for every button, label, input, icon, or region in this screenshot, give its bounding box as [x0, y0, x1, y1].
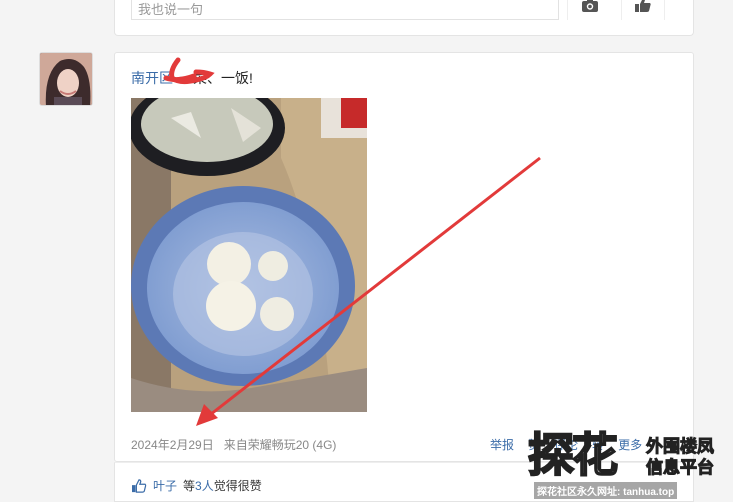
comment-placeholder: 我也说一句 [138, 2, 204, 17]
watermark-logo: 探花 [527, 429, 619, 481]
likes-suffix: 觉得很赞 [213, 479, 262, 493]
watermark-tagline: 外围楼凤 信息平台 [646, 436, 715, 478]
author-link[interactable]: 南开区 [131, 70, 173, 86]
watermark-line1: 外围楼凤 [646, 437, 715, 457]
comment-composer: 我也说一句 [114, 0, 694, 36]
watermark: 探花 外围楼凤 信息平台 探花社区永久网址: tanhua.top [527, 429, 728, 500]
post-text: 一菜、一饭! [179, 70, 253, 86]
likes-deng: 等 [183, 479, 196, 493]
likes-summary: 叶子 等 3人 觉得很赞 [131, 477, 262, 494]
avatar[interactable] [39, 52, 93, 106]
camera-icon [581, 0, 598, 12]
likes-count[interactable]: 3人 [195, 477, 214, 494]
liker-name[interactable]: 叶子 [153, 477, 177, 494]
thumbs-up-button[interactable] [621, 0, 665, 20]
report-link[interactable]: 举报 [490, 436, 514, 453]
post-date: 2024年2月29日 [131, 438, 214, 452]
thumbs-up-icon [635, 0, 651, 12]
food-photo [131, 98, 367, 412]
watermark-url: 探花社区永久网址: tanhua.top [534, 482, 678, 499]
post-source: 来自荣耀畅玩20 (4G) [223, 438, 337, 452]
post-meta: 2024年2月29日 来自荣耀畅玩20 (4G) [131, 436, 336, 453]
comment-input[interactable]: 我也说一句 [131, 0, 559, 20]
post-photo[interactable] [131, 98, 367, 412]
thumbs-up-icon [132, 478, 147, 493]
post-card: 南开区 一菜、一饭! 2024年2月29日 来自荣耀畅玩20 (4G) 举报 赞… [114, 52, 694, 462]
watermark-line2: 信息平台 [646, 458, 715, 478]
camera-button[interactable] [567, 0, 611, 20]
avatar-portrait [40, 53, 92, 105]
post-header: 南开区 一菜、一饭! [131, 68, 253, 88]
